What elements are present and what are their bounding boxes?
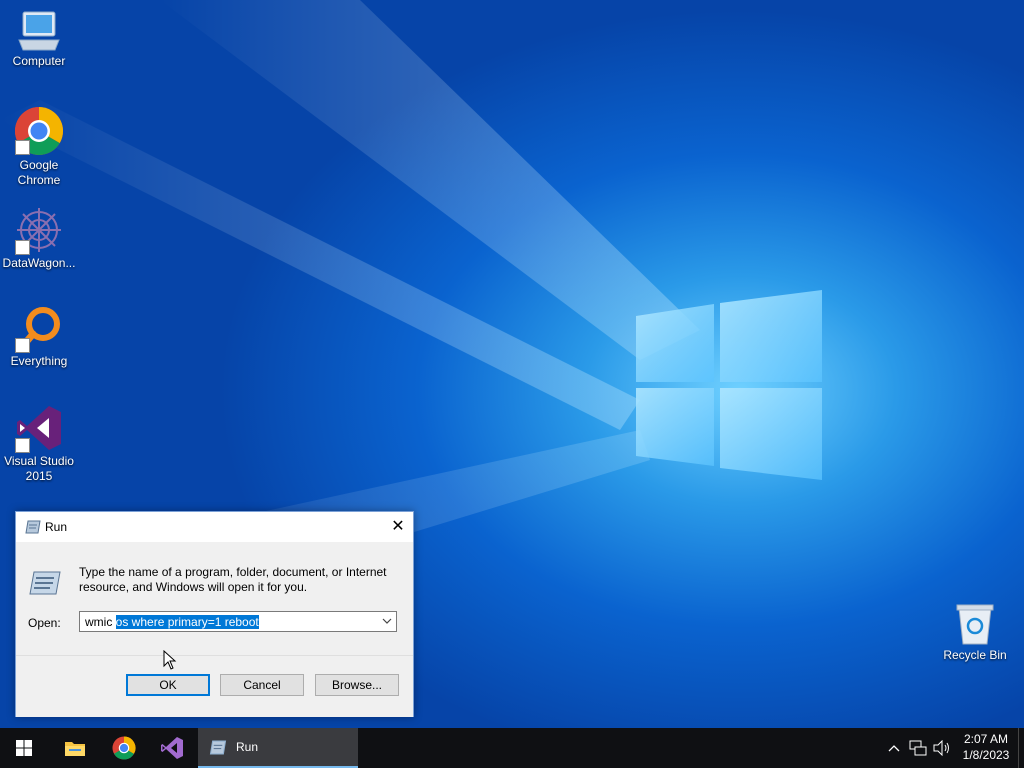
desktop-icon-recycle-bin[interactable]: Recycle Bin	[937, 602, 1013, 663]
desktop-icon-chrome[interactable]: Google Chrome	[1, 106, 77, 188]
run-dialog: Run ✕ Type the name of a program, folder…	[15, 511, 414, 717]
desktop-icon-label: Everything	[10, 354, 68, 368]
speaker-icon	[933, 740, 949, 756]
command-unselected-text: wmic	[85, 615, 116, 629]
shortcut-arrow-icon	[15, 438, 30, 453]
clock-time: 2:07 AM	[963, 732, 1009, 746]
desktop-icon-everything[interactable]: Everything	[1, 304, 77, 369]
desktop: Computer Google Chrome DataWagon... Ever…	[0, 0, 1024, 728]
close-icon: ✕	[391, 518, 405, 535]
run-program-icon	[29, 571, 61, 595]
command-text[interactable]: wmic os where primary=1 reboot	[85, 615, 259, 629]
ok-button[interactable]: OK	[126, 674, 210, 696]
desktop-icon-label: Google Chrome	[17, 158, 61, 187]
open-label: Open:	[28, 616, 61, 630]
desktop-icon-label: Visual Studio 2015	[4, 454, 74, 483]
run-icon	[209, 740, 227, 755]
windows-logo	[636, 290, 822, 480]
taskbar-run-window[interactable]: Run	[198, 728, 358, 768]
shortcut-arrow-icon	[15, 140, 30, 155]
show-desktop-button[interactable]	[1018, 728, 1024, 768]
volume-button[interactable]	[930, 728, 954, 768]
chevron-down-icon	[382, 618, 392, 624]
dialog-titlebar[interactable]: Run ✕	[16, 512, 413, 542]
dialog-title: Run	[45, 520, 68, 534]
desktop-icon-datawagon[interactable]: DataWagon...	[1, 206, 77, 271]
clock-date: 1/8/2023	[962, 748, 1010, 762]
network-button[interactable]	[906, 728, 930, 768]
taskbar-visual-studio[interactable]	[148, 728, 196, 768]
desktop-icon-label: DataWagon...	[2, 256, 76, 270]
mouse-cursor-icon	[163, 650, 177, 670]
show-hidden-icons-button[interactable]	[884, 728, 904, 768]
desktop-icon-label: Recycle Bin	[943, 648, 1007, 662]
network-icon	[909, 740, 927, 756]
desktop-icon-label: Computer	[12, 54, 66, 68]
chrome-icon	[112, 736, 136, 760]
taskbar-run-label: Run	[236, 740, 259, 754]
browse-button[interactable]: Browse...	[315, 674, 399, 696]
command-input[interactable]: wmic os where primary=1 reboot	[79, 611, 397, 632]
dropdown-button[interactable]	[378, 612, 396, 631]
taskbar-chrome[interactable]	[100, 728, 148, 768]
desktop-icon-computer[interactable]: Computer	[1, 10, 77, 69]
visual-studio-icon	[161, 737, 183, 759]
command-selected-text: os where primary=1 reboot	[115, 615, 259, 629]
desktop-icon-visual-studio[interactable]: Visual Studio 2015	[1, 404, 77, 484]
start-button[interactable]	[0, 728, 48, 768]
dialog-description: Type the name of a program, folder, docu…	[79, 565, 387, 594]
run-icon	[25, 520, 41, 534]
computer-icon	[18, 11, 60, 51]
taskbar-file-explorer[interactable]	[51, 728, 99, 768]
shortcut-arrow-icon	[15, 338, 30, 353]
chevron-up-icon	[888, 745, 900, 752]
folder-icon	[65, 742, 85, 756]
close-button[interactable]: ✕	[383, 512, 413, 542]
shortcut-arrow-icon	[15, 240, 30, 255]
windows-start-icon	[16, 740, 32, 756]
cancel-button[interactable]: Cancel	[220, 674, 304, 696]
recycle-bin-icon	[956, 604, 994, 645]
system-clock[interactable]: 2:07 AM 1/8/2023	[955, 731, 1017, 763]
taskbar: Run 2:07 AM 1/8/2023	[0, 728, 1024, 768]
